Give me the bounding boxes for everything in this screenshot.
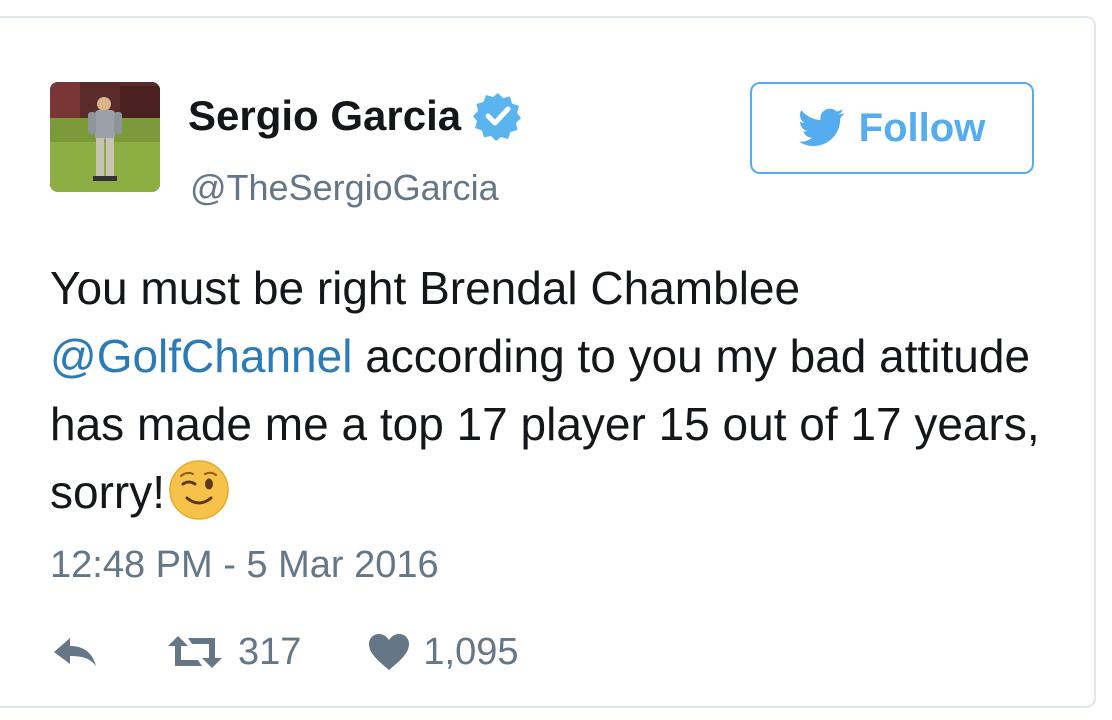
tweet-text-part-1: You must be right Brendal Chamblee [50, 262, 801, 314]
twitter-bird-icon [798, 108, 845, 148]
tweet-card: Sergio Garcia @TheSergioGarcia Follow Yo… [0, 16, 1096, 708]
like-count: 1,095 [423, 631, 519, 673]
reply-button[interactable] [50, 632, 100, 672]
follow-button-label: Follow [858, 106, 986, 150]
author-handle[interactable]: @TheSergioGarcia [190, 164, 499, 212]
tweet-actions: 317 1,095 [50, 624, 519, 680]
retweet-button[interactable]: 317 [166, 627, 301, 677]
retweet-count: 317 [238, 631, 302, 673]
verified-badge-icon [473, 91, 523, 141]
author-name[interactable]: Sergio Garcia [188, 88, 461, 144]
avatar[interactable] [50, 82, 160, 192]
retweet-icon [168, 636, 222, 668]
golfer-photo [50, 82, 160, 192]
heart-icon [369, 634, 410, 670]
tweet-text: You must be right Brendal Chamblee @GolfC… [50, 254, 1050, 526]
follow-button[interactable]: Follow [750, 82, 1034, 174]
author-name-row: Sergio Garcia [188, 88, 523, 144]
reply-icon [54, 638, 96, 666]
mention-link[interactable]: @GolfChannel [50, 330, 352, 382]
like-button[interactable]: 1,095 [367, 627, 519, 677]
tweet-timestamp[interactable]: 12:48 PM - 5 Mar 2016 [50, 540, 439, 590]
winking-face-emoji-icon [169, 460, 229, 520]
